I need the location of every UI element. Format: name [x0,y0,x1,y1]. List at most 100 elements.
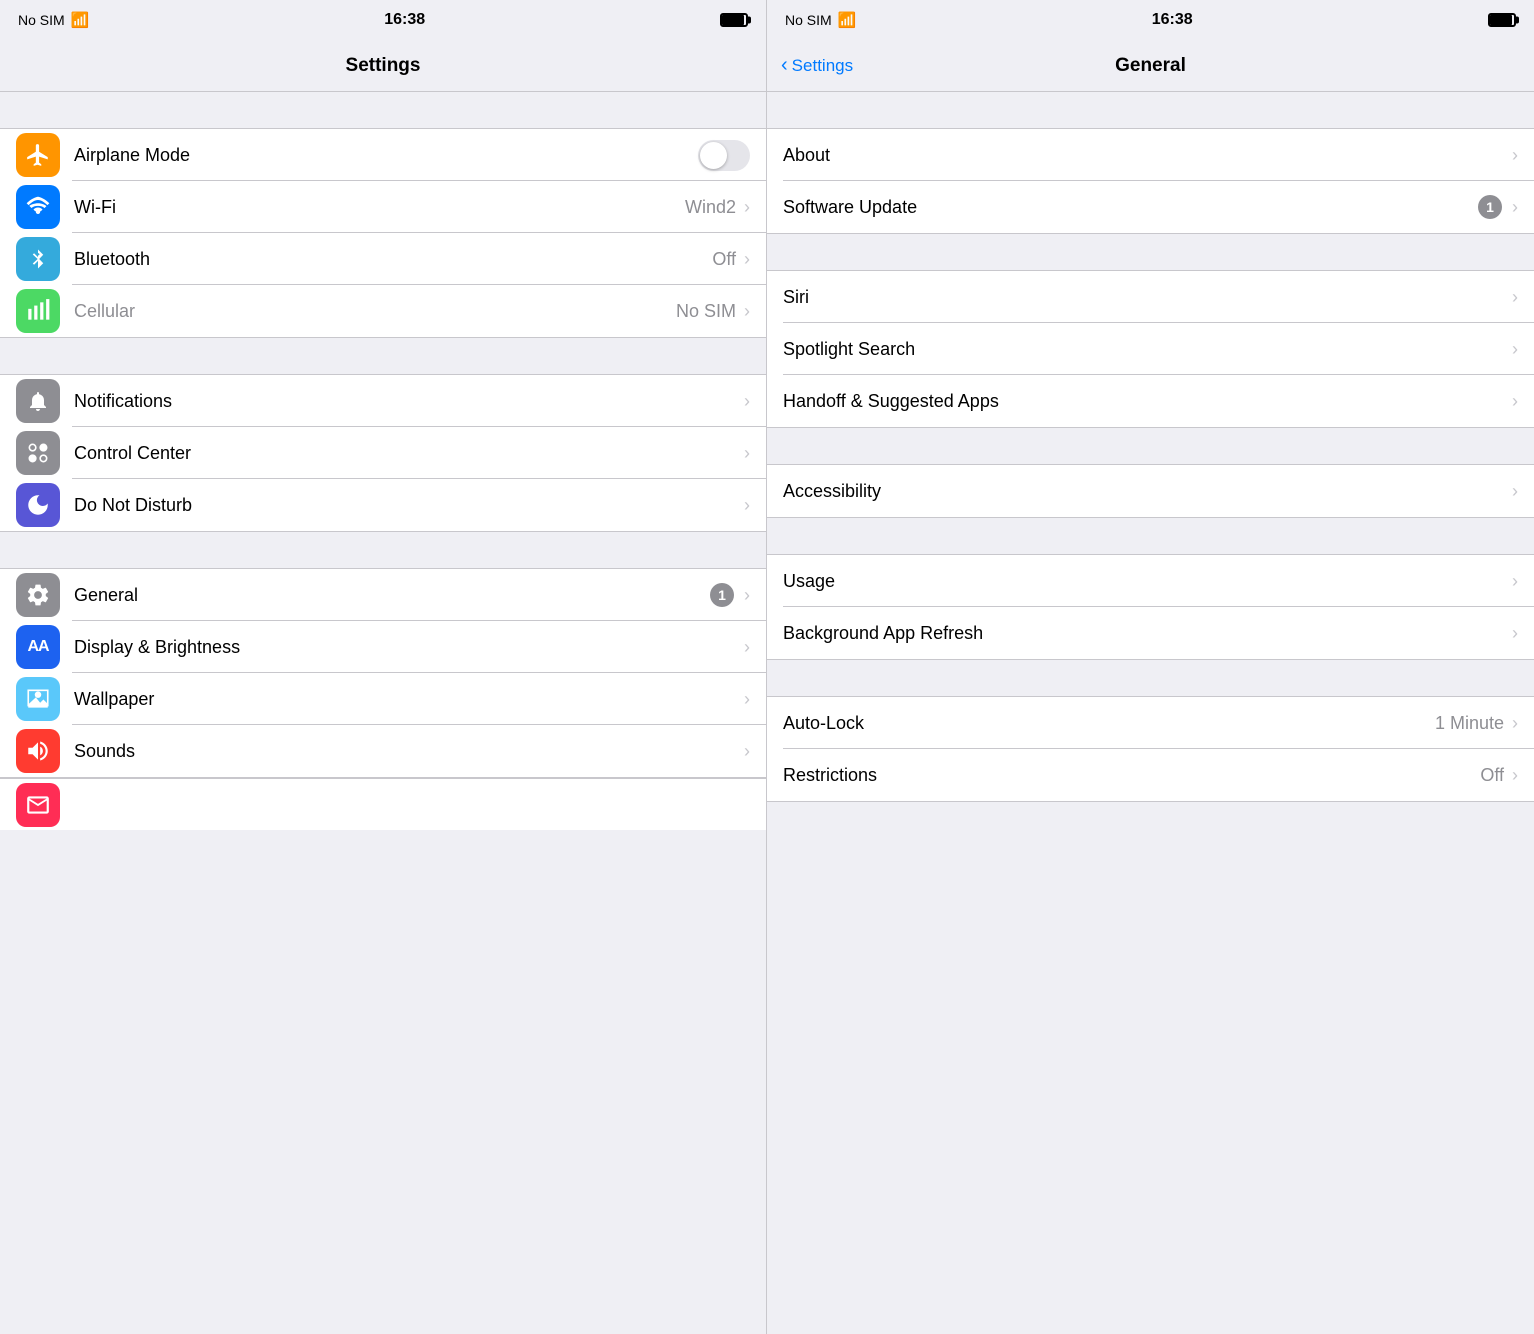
control-center-icon [16,431,60,475]
left-panel: No SIM 📶 16:38 Settings Airplane Mode [0,0,767,1334]
general-row[interactable]: General 1 › [0,569,766,621]
background-app-refresh-row[interactable]: Background App Refresh › [767,607,1534,659]
about-chevron: › [1512,145,1518,166]
usage-chevron: › [1512,571,1518,592]
software-update-label: Software Update [783,197,1478,218]
bluetooth-row[interactable]: Bluetooth Off › [0,233,766,285]
auto-lock-value: 1 Minute [1435,713,1504,734]
display-brightness-row[interactable]: AA Display & Brightness › [0,621,766,673]
notification-group: Notifications › Control Center › Do Not … [0,374,766,532]
accessibility-row[interactable]: Accessibility › [767,465,1534,517]
sounds-row[interactable]: Sounds › [0,725,766,777]
notifications-chevron: › [744,391,750,412]
notifications-row[interactable]: Notifications › [0,375,766,427]
nav-header-left: Settings [0,40,766,92]
do-not-disturb-icon [16,483,60,527]
status-bar-right: No SIM 📶 16:38 [767,0,1534,40]
wallpaper-chevron: › [744,689,750,710]
auto-lock-row[interactable]: Auto-Lock 1 Minute › [767,697,1534,749]
right-panel: No SIM 📶 16:38 ‹ Settings General About … [767,0,1534,1334]
nav-header-right: ‹ Settings General [767,40,1534,92]
airplane-label: Airplane Mode [74,145,698,166]
accessibility-chevron: › [1512,481,1518,502]
wifi-row[interactable]: Wi-Fi Wind2 › [0,181,766,233]
bluetooth-label: Bluetooth [74,249,712,270]
cellular-chevron: › [744,301,750,322]
about-label: About [783,145,1512,166]
wifi-label: Wi-Fi [74,197,685,218]
time-right: 16:38 [1152,11,1193,29]
airplane-icon [16,133,60,177]
cellular-row[interactable]: Cellular No SIM › [0,285,766,337]
software-update-badge: 1 [1478,195,1502,219]
usage-row[interactable]: Usage › [767,555,1534,607]
software-update-row[interactable]: Software Update 1 › [767,181,1534,233]
divider-r2 [767,234,1534,270]
divider-r5 [767,660,1534,696]
back-chevron-icon: ‹ [781,55,788,75]
sounds-chevron: › [744,741,750,762]
siri-label: Siri [783,287,1512,308]
wifi-icon-right: 📶 [838,11,857,29]
back-label: Settings [792,56,853,76]
wallpaper-row[interactable]: Wallpaper › [0,673,766,725]
spotlight-row[interactable]: Spotlight Search › [767,323,1534,375]
do-not-disturb-chevron: › [744,495,750,516]
background-app-refresh-chevron: › [1512,623,1518,644]
siri-chevron: › [1512,287,1518,308]
carrier-right: No SIM [785,12,832,28]
do-not-disturb-label: Do Not Disturb [74,495,744,516]
notifications-label: Notifications [74,391,744,412]
display-brightness-label: Display & Brightness [74,637,744,658]
display-brightness-icon: AA [16,625,60,669]
auto-lock-label: Auto-Lock [783,713,1435,734]
sounds-icon [16,729,60,773]
time-left: 16:38 [384,11,425,29]
auto-lock-chevron: › [1512,713,1518,734]
lock-group: Auto-Lock 1 Minute › Restrictions Off › [767,696,1534,802]
control-center-row[interactable]: Control Center › [0,427,766,479]
control-center-label: Control Center [74,443,744,464]
cellular-icon [16,289,60,333]
airplane-mode-row[interactable]: Airplane Mode [0,129,766,181]
status-bar-left: No SIM 📶 16:38 [0,0,766,40]
divider-2 [0,338,766,374]
usage-group: Usage › Background App Refresh › [767,554,1534,660]
bluetooth-chevron: › [744,249,750,270]
page-title-left: Settings [346,55,421,77]
usage-label: Usage [783,571,1512,592]
sounds-label: Sounds [74,741,744,762]
divider-3 [0,532,766,568]
general-badge: 1 [710,583,734,607]
airplane-toggle[interactable] [698,140,750,171]
restrictions-value: Off [1480,765,1504,786]
carrier-left: No SIM [18,12,65,28]
general-chevron: › [744,585,750,606]
cellular-value: No SIM [676,301,736,322]
notifications-icon [16,379,60,423]
divider-1 [0,92,766,128]
wallpaper-label: Wallpaper [74,689,744,710]
general-group: General 1 › AA Display & Brightness › Wa… [0,568,766,778]
cellular-label: Cellular [74,301,676,322]
battery-left [720,13,748,27]
siri-row[interactable]: Siri › [767,271,1534,323]
handoff-label: Handoff & Suggested Apps [783,391,1512,412]
accessibility-label: Accessibility [783,481,1512,502]
do-not-disturb-row[interactable]: Do Not Disturb › [0,479,766,531]
general-label: General [74,585,710,606]
wifi-icon [16,185,60,229]
more-row [0,778,766,830]
about-row[interactable]: About › [767,129,1534,181]
restrictions-label: Restrictions [783,765,1480,786]
handoff-row[interactable]: Handoff & Suggested Apps › [767,375,1534,427]
control-center-chevron: › [744,443,750,464]
back-button[interactable]: ‹ Settings [781,56,853,76]
handoff-chevron: › [1512,391,1518,412]
bluetooth-value: Off [712,249,736,270]
divider-r1 [767,92,1534,128]
battery-right [1488,13,1516,27]
restrictions-row[interactable]: Restrictions Off › [767,749,1534,801]
wifi-value: Wind2 [685,197,736,218]
accessibility-group: Accessibility › [767,464,1534,518]
